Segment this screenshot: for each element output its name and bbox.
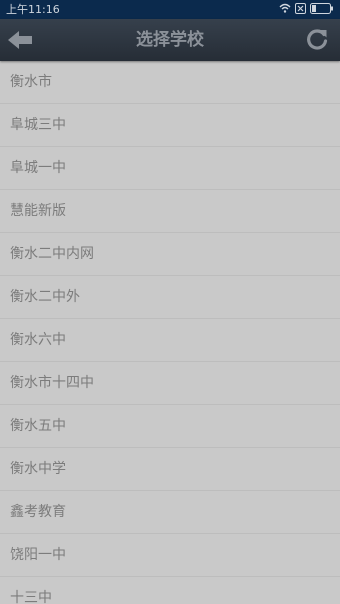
school-name: 鑫考教育 <box>10 504 66 520</box>
status-bar: 上午11:16 <box>0 0 340 19</box>
refresh-icon <box>307 29 328 50</box>
school-name: 衡水市十四中 <box>10 375 94 391</box>
school-item[interactable]: 衡水市十四中 <box>0 362 340 405</box>
school-name: 衡水五中 <box>10 418 66 434</box>
school-name: 慧能新版 <box>10 203 66 219</box>
battery-icon <box>310 2 334 17</box>
school-item[interactable]: 鑫考教育 <box>0 491 340 534</box>
school-name: 衡水二中外 <box>10 289 80 305</box>
school-name: 十三中 <box>10 590 52 604</box>
screen: 上午11:16 选择学校 衡水市 阜城三中 阜城一中 慧能新版 衡水二中内网 衡… <box>0 0 340 604</box>
page-title: 选择学校 <box>136 30 204 50</box>
school-item[interactable]: 饶阳一中 <box>0 534 340 577</box>
header-bar: 选择学校 <box>0 19 340 61</box>
school-name: 阜城三中 <box>10 117 66 133</box>
school-item[interactable]: 衡水六中 <box>0 319 340 362</box>
school-item[interactable]: 衡水市 <box>0 61 340 104</box>
school-item[interactable]: 衡水二中外 <box>0 276 340 319</box>
wifi-icon <box>279 3 291 16</box>
school-name: 阜城一中 <box>10 160 66 176</box>
school-item[interactable]: 十三中 <box>0 577 340 604</box>
status-icons <box>279 2 334 17</box>
school-name: 衡水中学 <box>10 461 66 477</box>
school-item[interactable]: 阜城三中 <box>0 104 340 147</box>
school-item[interactable]: 衡水中学 <box>0 448 340 491</box>
refresh-button[interactable] <box>304 27 330 53</box>
status-time: 上午11:16 <box>6 3 60 16</box>
school-name: 饶阳一中 <box>10 547 66 563</box>
school-item[interactable]: 衡水五中 <box>0 405 340 448</box>
school-name: 衡水六中 <box>10 332 66 348</box>
sim-card-icon <box>295 2 306 17</box>
school-name: 衡水二中内网 <box>10 246 94 262</box>
school-item[interactable]: 慧能新版 <box>0 190 340 233</box>
school-item[interactable]: 阜城一中 <box>0 147 340 190</box>
school-list: 衡水市 阜城三中 阜城一中 慧能新版 衡水二中内网 衡水二中外 衡水六中 衡水市… <box>0 61 340 604</box>
school-name: 衡水市 <box>10 74 52 90</box>
school-item[interactable]: 衡水二中内网 <box>0 233 340 276</box>
